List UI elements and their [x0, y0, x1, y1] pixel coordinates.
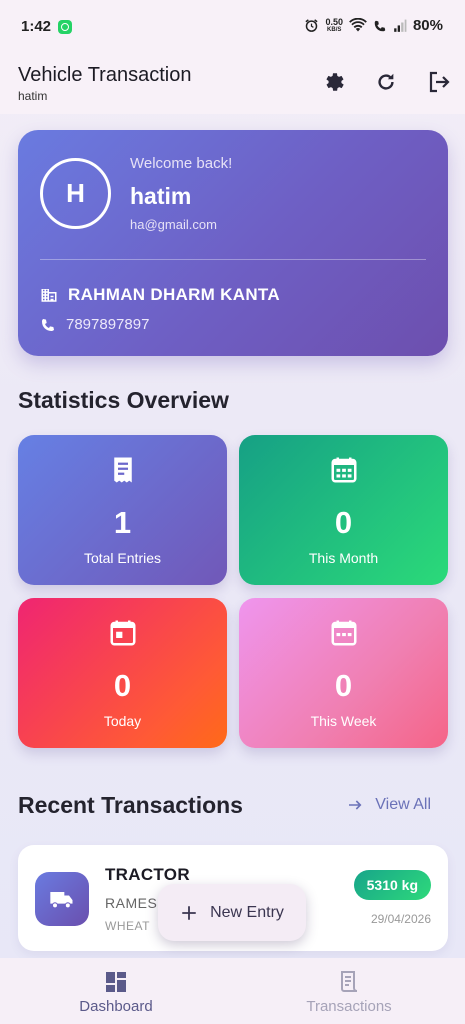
network-speed-unit: KB/S [327, 26, 342, 33]
wifi-call-icon [374, 20, 386, 31]
new-entry-button[interactable]: New Entry [158, 884, 306, 941]
stat-label: This Week [310, 713, 377, 729]
arrow-right-icon [349, 800, 362, 810]
bottom-navigation: Dashboard Transactions [0, 958, 465, 1024]
refresh-icon [378, 73, 394, 90]
stat-value: 0 [334, 505, 353, 540]
add-icon [182, 905, 196, 920]
stat-label: This Month [308, 550, 379, 566]
whatsapp-notification-icon [58, 20, 72, 34]
stat-card-total-entries[interactable]: 1 Total Entries [18, 435, 227, 585]
stat-card-this-month[interactable]: 0 This Month [239, 435, 448, 585]
company-name: RAHMAN DHARM KANTA [68, 285, 280, 304]
alarm-icon [305, 19, 319, 32]
recent-transactions-title: Recent Transactions [18, 792, 243, 818]
avatar-initial: H [66, 178, 85, 208]
phone-row: 7897897897 [40, 316, 149, 333]
dashboard-icon [106, 972, 126, 992]
calendar-month-icon [331, 457, 356, 483]
wifi-icon [349, 18, 367, 32]
stat-label: Today [103, 713, 142, 729]
transaction-icon-badge [35, 872, 89, 926]
page-title: Vehicle Transaction [18, 64, 192, 86]
nav-transactions-label: Transactions [306, 998, 392, 1015]
logout-button[interactable] [426, 69, 452, 95]
stat-value: 0 [113, 668, 132, 703]
nav-transactions[interactable]: Transactions [233, 958, 465, 1024]
statistics-title: Statistics Overview [18, 387, 229, 413]
stat-card-this-week[interactable]: 0 This Week [239, 598, 448, 748]
app-bar: Vehicle Transaction hatim [0, 56, 465, 114]
calendar-week-icon [331, 620, 356, 646]
stat-card-today[interactable]: 0 Today [18, 598, 227, 748]
transaction-date: 29/04/2026 [370, 912, 431, 926]
status-right: 0.50 KB/S 80% [304, 17, 443, 34]
settings-icon [326, 73, 344, 91]
status-time: 1:42 [21, 18, 52, 35]
refresh-button[interactable] [373, 69, 399, 95]
profile-email: ha@gmail.com [130, 217, 217, 232]
avatar: H [40, 158, 111, 229]
receipt-long-icon [341, 971, 358, 992]
welcome-text: Welcome back! [130, 155, 233, 172]
signal-icon [394, 19, 407, 32]
receipt-icon [113, 457, 132, 483]
calendar-today-icon [110, 620, 135, 646]
phone-number: 7897897897 [66, 316, 150, 333]
status-bar: 1:42 0.50 KB/S 80% [0, 0, 465, 56]
stat-value: 0 [334, 668, 353, 703]
network-speed: 0.50 KB/S [325, 16, 343, 34]
company-row: RAHMAN DHARM KANTA [40, 285, 280, 305]
stat-value: 1 [113, 505, 132, 540]
profile-name: hatim [130, 183, 192, 209]
transaction-weight-badge: 5310 kg [353, 870, 431, 900]
truck-icon [50, 892, 73, 909]
battery-level: 80% [412, 17, 443, 34]
profile-card: H Welcome back! hatim ha@gmail.com RAHMA… [18, 130, 448, 356]
nav-dashboard[interactable]: Dashboard [0, 958, 232, 1024]
view-all-label: View All [375, 796, 431, 813]
network-speed-value: 0.50 [325, 16, 343, 27]
view-all-button[interactable]: View All [347, 796, 431, 814]
nav-dashboard-label: Dashboard [79, 998, 153, 1015]
transaction-vehicle: TRACTOR [105, 865, 190, 884]
new-entry-label: New Entry [210, 903, 284, 921]
profile-divider [40, 259, 426, 260]
transaction-item: WHEAT [105, 919, 150, 933]
transaction-party: RAMES [105, 895, 158, 911]
page-subtitle: hatim [18, 89, 48, 103]
business-icon [41, 289, 57, 302]
phone-icon [42, 318, 54, 331]
stat-label: Total Entries [83, 550, 162, 566]
logout-icon [429, 71, 450, 93]
settings-button[interactable] [321, 69, 347, 95]
